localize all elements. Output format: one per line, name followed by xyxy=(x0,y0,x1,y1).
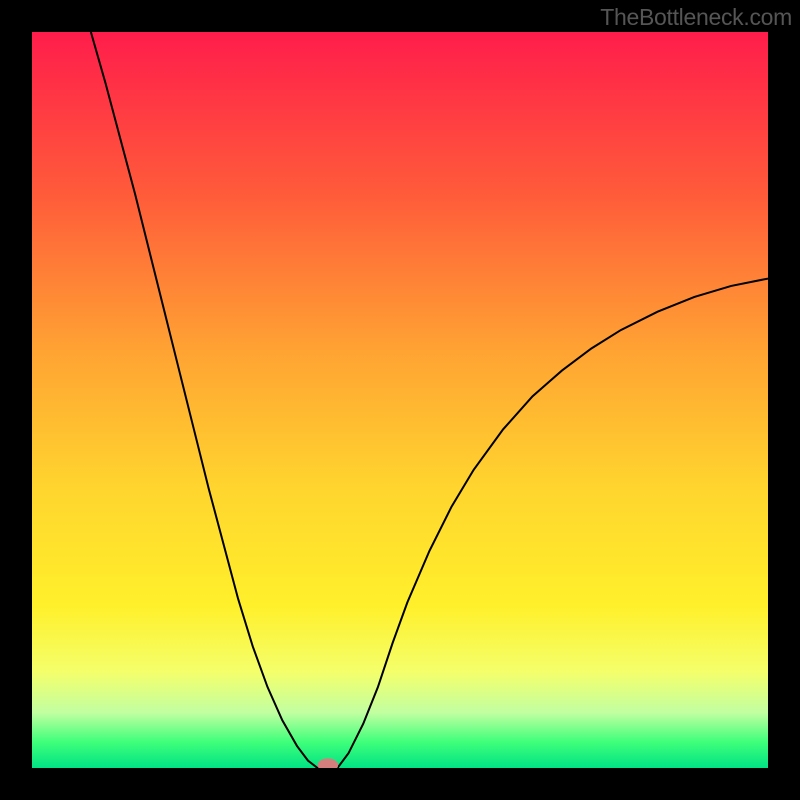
chart-svg xyxy=(32,32,768,768)
plot-area xyxy=(32,32,768,768)
chart-background xyxy=(32,32,768,768)
watermark-text: TheBottleneck.com xyxy=(600,4,792,31)
chart-frame: TheBottleneck.com xyxy=(0,0,800,800)
